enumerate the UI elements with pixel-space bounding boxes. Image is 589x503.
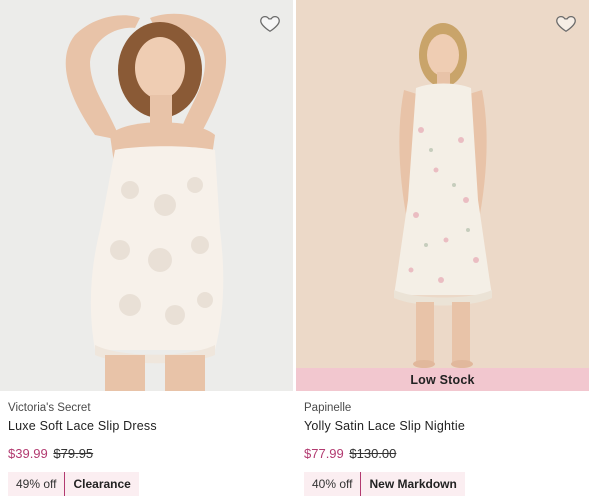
product-card[interactable]: Low Stock Papinelle Yolly Satin Lace Sli…: [296, 0, 589, 503]
discount-badge: 40% off: [304, 472, 362, 496]
model-photo-illustration: [296, 0, 589, 391]
sale-price: $39.99: [8, 446, 48, 461]
product-name[interactable]: Yolly Satin Lace Slip Nightie: [304, 419, 465, 433]
low-stock-banner: Low Stock: [296, 368, 589, 391]
discount-badge: 49% off: [8, 472, 66, 496]
model-photo-illustration: [0, 0, 293, 391]
promo-badges: 49% off Clearance: [8, 472, 139, 496]
sale-price: $77.99: [304, 446, 344, 461]
product-card[interactable]: Victoria's Secret Luxe Soft Lace Slip Dr…: [0, 0, 293, 503]
product-image[interactable]: Low Stock: [296, 0, 589, 391]
clearance-badge: Clearance: [73, 477, 131, 491]
price-row: $77.99 $130.00: [304, 446, 396, 461]
original-price: $79.95: [53, 446, 94, 461]
product-grid: Victoria's Secret Luxe Soft Lace Slip Dr…: [0, 0, 589, 503]
wishlist-heart-icon[interactable]: [259, 12, 281, 34]
product-brand[interactable]: Papinelle: [304, 402, 351, 414]
product-brand[interactable]: Victoria's Secret: [8, 402, 91, 414]
promo-badges: 40% off New Markdown: [304, 472, 465, 496]
price-row: $39.99 $79.95: [8, 446, 93, 461]
product-name[interactable]: Luxe Soft Lace Slip Dress: [8, 419, 157, 433]
wishlist-heart-icon[interactable]: [555, 12, 577, 34]
new-markdown-badge: New Markdown: [369, 477, 457, 491]
product-image[interactable]: [0, 0, 293, 391]
original-price: $130.00: [349, 446, 397, 461]
